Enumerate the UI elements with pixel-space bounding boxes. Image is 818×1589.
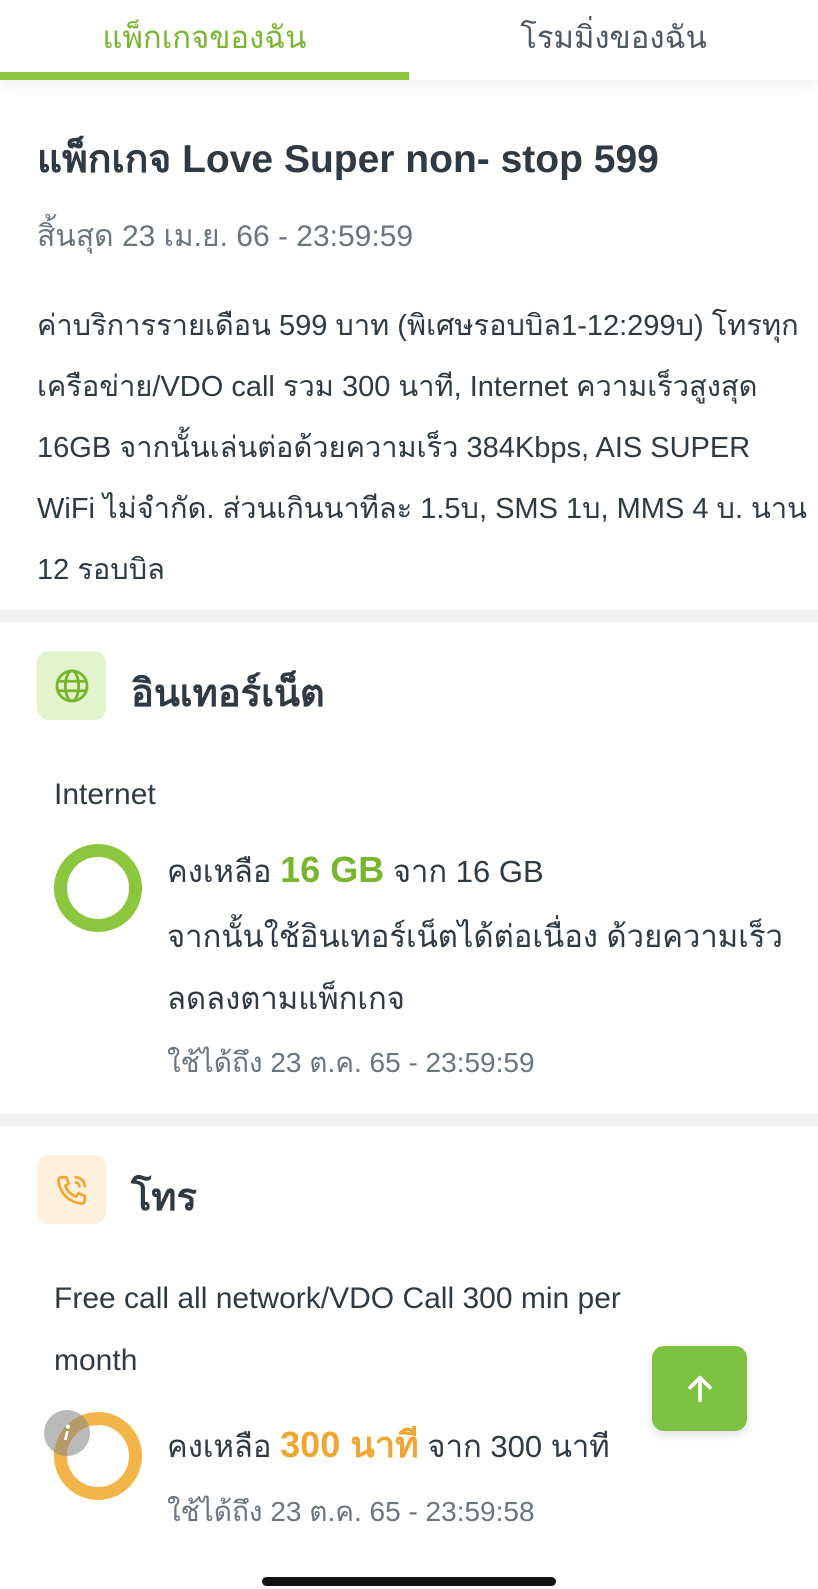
tab-my-roaming-label: โรมมิ่งของฉัน [520,20,707,55]
package-tabs: แพ็กเกจของฉัน โรมมิ่งของฉัน [0,0,818,80]
tab-my-roaming[interactable]: โรมมิ่งของฉัน [409,0,818,80]
section-divider [0,1114,818,1126]
scroll-to-top-button[interactable] [652,1346,747,1431]
internet-remain-prefix: คงเหลือ [167,854,272,889]
call-remain-value: 300 นาที [280,1424,419,1465]
call-valid-until: ใช้ได้ถึง 23 ต.ค. 65 - 23:59:58 [167,1496,535,1527]
internet-item-title: Internet [54,778,156,811]
info-button[interactable] [44,1410,90,1456]
internet-remain-value: 16 GB [280,849,385,890]
call-remain-prefix: คงเหลือ [167,1429,272,1464]
tab-my-package[interactable]: แพ็กเกจของฉัน [0,0,409,80]
globe-icon [55,669,88,702]
internet-remain-suffix: จาก 16 GB [392,854,544,889]
call-section-title: โทร [131,1177,197,1219]
tab-my-package-label: แพ็กเกจของฉัน [102,20,307,55]
internet-valid-until: ใช้ได้ถึง 23 ต.ค. 65 - 23:59:59 [167,1047,535,1078]
call-icon-box [37,1155,106,1224]
internet-icon-box [37,651,106,720]
call-item-title: Free call all network/VDO Call 300 min p… [54,1282,621,1377]
call-remain-suffix: จาก 300 นาที [427,1429,610,1464]
internet-remaining: คงเหลือ 16 GB จาก 16 GB [167,846,544,896]
info-icon [63,1424,70,1440]
package-title: แพ็กเกจ Love Super non- stop 599 [37,138,659,181]
arrow-up-icon [687,1375,712,1402]
package-description: ค่าบริการรายเดือน 599 บาท (พิเศษรอบบิล1-… [37,310,807,586]
internet-speed-note: จากนั้นใช้อินเทอร์เน็ตได้ต่อเนื่อง ด้วยค… [167,919,783,1016]
internet-remaining-ring [54,844,142,932]
active-tab-indicator [0,72,409,80]
phone-icon [56,1175,86,1205]
package-expiry: สิ้นสุด 23 เม.ย. 66 - 23:59:59 [37,220,414,253]
section-divider [0,610,818,622]
internet-section-title: อินเทอร์เน็ต [131,673,325,715]
home-indicator [262,1577,556,1586]
call-remaining: คงเหลือ 300 นาที จาก 300 นาที [167,1416,610,1473]
